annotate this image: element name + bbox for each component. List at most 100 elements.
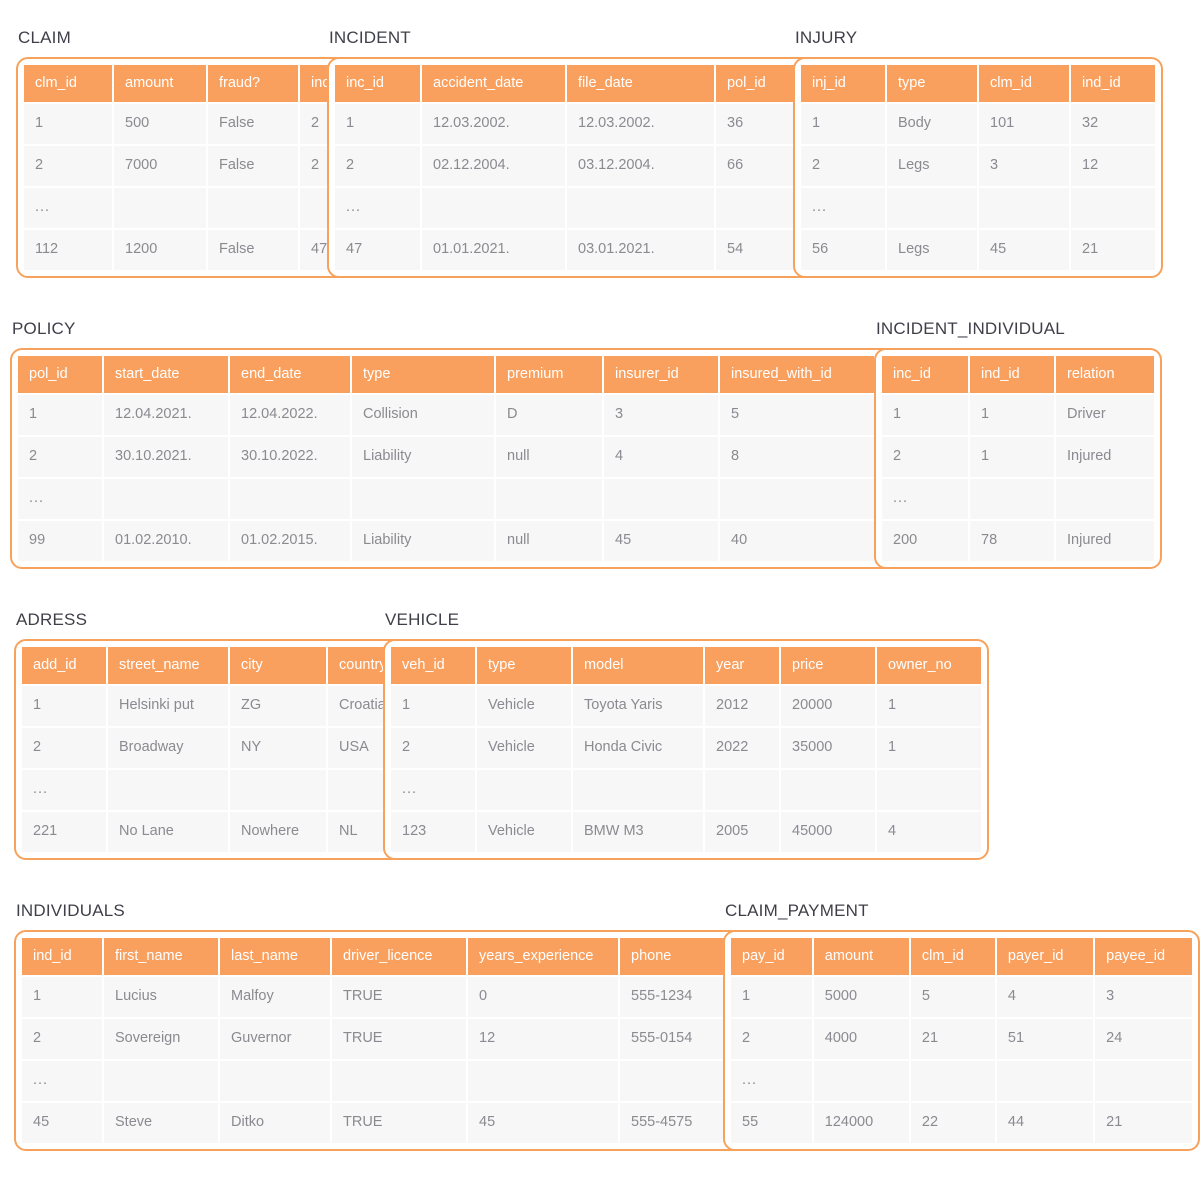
cell: [620, 1058, 726, 1101]
cell: Honda Civic: [573, 725, 705, 768]
cell: 1: [22, 974, 104, 1017]
cell: [1056, 476, 1154, 519]
column-header-start_date[interactable]: start_date: [104, 356, 230, 393]
cell: [104, 1058, 220, 1101]
cell: 8: [720, 434, 876, 477]
column-header-premium[interactable]: premium: [496, 356, 604, 393]
column-header-ind_id[interactable]: ind_id: [1071, 65, 1155, 102]
column-header-type[interactable]: type: [887, 65, 979, 102]
cell-ellipsis: ...: [882, 476, 970, 519]
cell: False: [208, 227, 300, 270]
column-header-owner_no[interactable]: owner_no: [877, 647, 981, 684]
cell: 1: [335, 101, 422, 144]
column-header-phone[interactable]: phone: [620, 938, 726, 975]
column-header-city[interactable]: city: [230, 647, 328, 684]
column-header-veh_id[interactable]: veh_id: [391, 647, 477, 684]
table-row: 55 124000 22 44 21: [731, 1100, 1192, 1143]
cell-ellipsis: ...: [801, 185, 887, 228]
column-header-price[interactable]: price: [781, 647, 877, 684]
table-header-incident-individual: inc_id ind_id relation: [882, 356, 1154, 393]
column-header-street_name[interactable]: street_name: [108, 647, 230, 684]
table-row: 1 Body 101 32: [801, 101, 1155, 144]
cell: 54: [716, 227, 802, 270]
column-header-ind_id[interactable]: ind_id: [22, 938, 104, 975]
column-header-inj_id[interactable]: inj_id: [801, 65, 887, 102]
cell: [496, 476, 604, 519]
column-header-last_name[interactable]: last_name: [220, 938, 332, 975]
column-header-payee_id[interactable]: payee_id: [1095, 938, 1192, 975]
cell: 22: [910, 1100, 997, 1143]
cell: 12.03.2002.: [422, 101, 567, 144]
column-header-relation[interactable]: relation: [1056, 356, 1154, 393]
cell: 21: [910, 1016, 997, 1059]
cell: [720, 476, 876, 519]
cell-ellipsis: ...: [24, 185, 114, 228]
cell: 24: [1095, 1016, 1192, 1059]
cell: 45: [468, 1100, 620, 1143]
cell: D: [496, 392, 604, 435]
column-header-first_name[interactable]: first_name: [104, 938, 220, 975]
column-header-clm_id[interactable]: clm_id: [910, 938, 997, 975]
table-row: 1 Helsinki put ZG Croatia: [22, 683, 424, 726]
column-header-add_id[interactable]: add_id: [22, 647, 108, 684]
cell: 21: [1095, 1100, 1192, 1143]
table-row: 221 No Lane Nowhere NL: [22, 809, 424, 852]
cell: Lucius: [104, 974, 220, 1017]
column-header-clm_id[interactable]: clm_id: [24, 65, 114, 102]
cell: False: [208, 143, 300, 186]
cell: Injured: [1056, 518, 1154, 561]
cell: 45000: [781, 809, 877, 852]
cell: [1071, 185, 1155, 228]
cell: [996, 1058, 1096, 1101]
column-header-insured_with_id[interactable]: insured_with_id: [720, 356, 876, 393]
column-header-pay_id[interactable]: pay_id: [731, 938, 814, 975]
cell: 12.04.2021.: [104, 392, 230, 435]
cell: Malfoy: [220, 974, 332, 1017]
column-header-inc_id[interactable]: inc_id: [882, 356, 970, 393]
column-header-year[interactable]: year: [705, 647, 781, 684]
cell: 3: [979, 143, 1071, 186]
cell: 4: [604, 434, 720, 477]
column-header-years_experience[interactable]: years_experience: [468, 938, 620, 975]
column-header-driver_licence[interactable]: driver_licence: [332, 938, 468, 975]
cell: [208, 185, 300, 228]
cell: 2: [335, 143, 422, 186]
schema-diagram-canvas: CLAIM clm_id amount fraud? inc_id 1 500 …: [0, 0, 1200, 1201]
column-header-insurer_id[interactable]: insurer_id: [604, 356, 720, 393]
column-header-file_date[interactable]: file_date: [567, 65, 716, 102]
cell: [970, 476, 1056, 519]
column-header-accident_date[interactable]: accident_date: [422, 65, 567, 102]
table-title-injury: INJURY: [795, 28, 858, 47]
cell: [716, 185, 802, 228]
column-header-amount[interactable]: amount: [114, 65, 208, 102]
table-title-vehicle: VEHICLE: [385, 610, 460, 629]
cell: 45: [979, 227, 1071, 270]
cell: 555-4575: [620, 1100, 726, 1143]
column-header-inc_id[interactable]: inc_id: [335, 65, 422, 102]
table-row: 1 1 Driver: [882, 392, 1154, 435]
column-header-clm_id[interactable]: clm_id: [979, 65, 1071, 102]
cell: 12: [1071, 143, 1155, 186]
column-header-fraud[interactable]: fraud?: [208, 65, 300, 102]
column-header-pol_id[interactable]: pol_id: [18, 356, 104, 393]
column-header-ind_id[interactable]: ind_id: [970, 356, 1056, 393]
cell: 03.01.2021.: [567, 227, 716, 270]
column-header-type[interactable]: type: [477, 647, 573, 684]
column-header-end_date[interactable]: end_date: [230, 356, 352, 393]
cell: 101: [979, 101, 1071, 144]
column-header-amount[interactable]: amount: [813, 938, 911, 975]
cell: 30.10.2021.: [104, 434, 230, 477]
column-header-pol_id[interactable]: pol_id: [716, 65, 802, 102]
cell: Vehicle: [477, 683, 573, 726]
table-block-individuals: INDIVIDUALS ind_id first_name last_name …: [14, 901, 818, 1156]
column-header-type[interactable]: type: [352, 356, 496, 393]
cell-ellipsis: ...: [22, 767, 108, 810]
column-header-payer_id[interactable]: payer_id: [996, 938, 1096, 975]
cell-ellipsis: ...: [18, 476, 104, 519]
cell: 2: [882, 434, 970, 477]
table-row: 56 Legs 45 21: [801, 227, 1155, 270]
cell: 66: [716, 143, 802, 186]
table-block-claim-payment: CLAIM_PAYMENT pay_id amount clm_id payer…: [723, 901, 1200, 1156]
column-header-model[interactable]: model: [573, 647, 705, 684]
cell: 55: [731, 1100, 814, 1143]
